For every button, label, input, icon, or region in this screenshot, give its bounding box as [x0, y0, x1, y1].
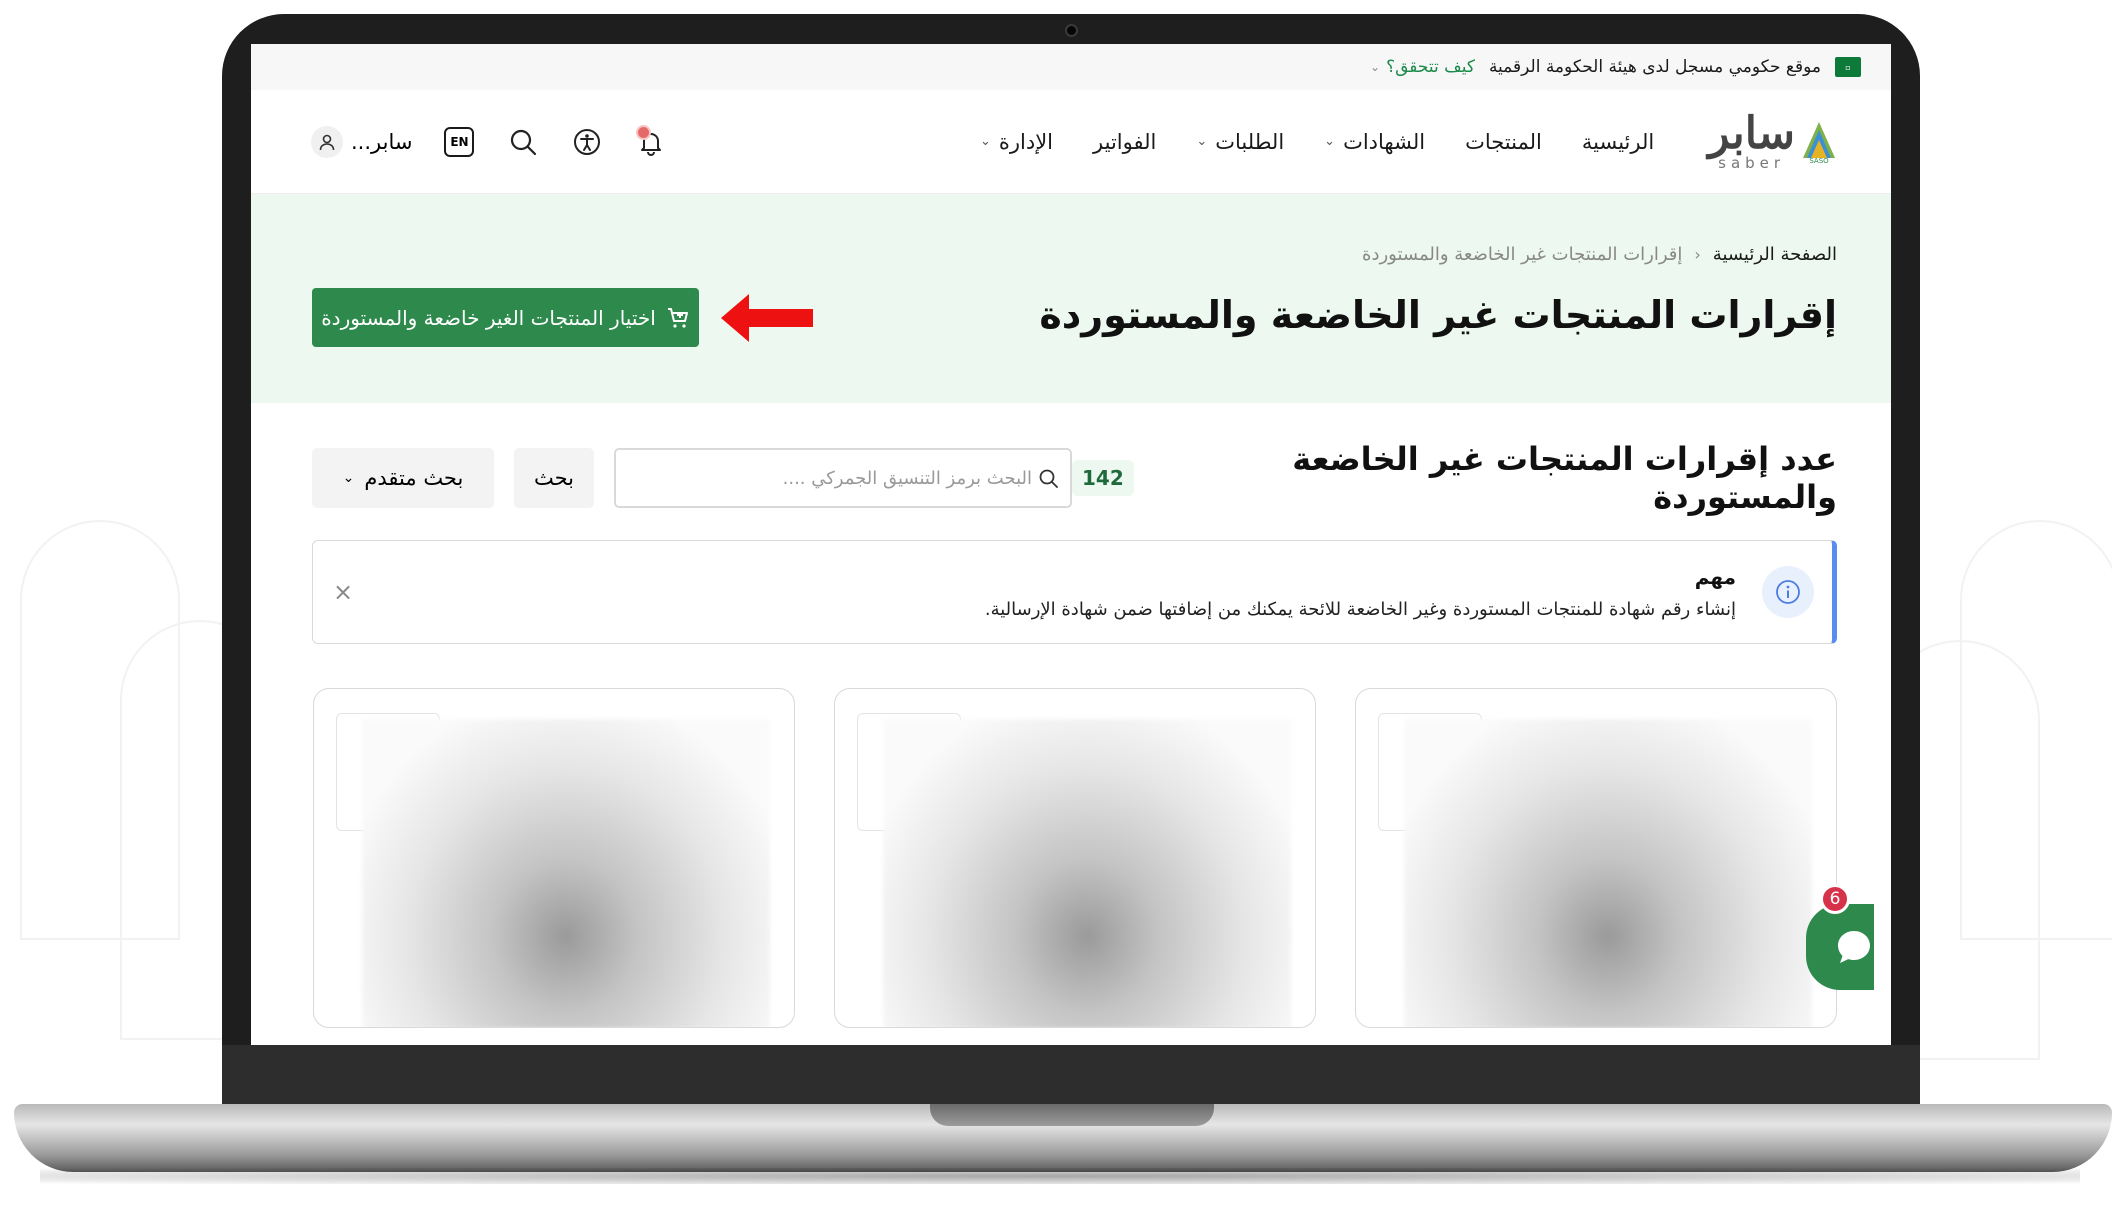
laptop-shadow	[40, 1168, 2080, 1184]
logo-english-text: saber	[1718, 154, 1786, 172]
product-card[interactable]	[1355, 688, 1837, 1028]
info-icon	[1762, 566, 1814, 618]
chevron-down-icon: ⌄	[1370, 60, 1381, 74]
product-image-placeholder	[362, 719, 770, 1027]
hs-code-search-input[interactable]	[628, 467, 1032, 489]
search-area: بحث بحث متقدم ⌄	[312, 448, 1072, 508]
main-content: عدد إقرارات المنتجات غير الخاضعة والمستو…	[251, 440, 1891, 1028]
chevron-left-icon: ‹	[1694, 245, 1701, 264]
user-avatar-icon[interactable]	[311, 125, 343, 158]
cart-add-icon	[667, 307, 688, 328]
select-products-button-label[interactable]: اختيار المنتجات الغير خاضعة والمستوردة	[321, 306, 656, 330]
nav-item-label[interactable]: الرئيسية	[1582, 130, 1654, 154]
nav-item-label[interactable]: الطلبات	[1215, 130, 1284, 154]
breadcrumb-current: إقرارات المنتجات غير الخاضعة والمستوردة	[1362, 244, 1683, 265]
product-cards	[312, 688, 1837, 1028]
saber-logo[interactable]: SASO سابر saber	[1708, 112, 1837, 171]
nav-item-label[interactable]: الإدارة	[999, 130, 1053, 154]
browser-screen: ▫ موقع حكومي مسجل لدى هيئة الحكومة الرقم…	[251, 44, 1891, 1045]
nav-item-label[interactable]: الفواتير	[1093, 130, 1156, 154]
notifications-bell-icon[interactable]	[634, 124, 668, 159]
logo-arabic-text: سابر	[1708, 108, 1795, 159]
breadcrumb-home[interactable]: الصفحة الرئيسية	[1713, 244, 1837, 265]
product-card[interactable]	[834, 688, 1316, 1028]
gov-bar-text: موقع حكومي مسجل لدى هيئة الحكومة الرقمية	[1488, 57, 1821, 77]
search-box[interactable]	[614, 448, 1072, 508]
svg-text:SASO: SASO	[1809, 157, 1829, 164]
page-header: الصفحة الرئيسية ‹ إقرارات المنتجات غير ا…	[251, 194, 1891, 403]
chevron-down-icon: ⌄	[1196, 134, 1208, 149]
saber-logo-icon: SASO	[1803, 121, 1835, 164]
search-icon[interactable]	[506, 125, 540, 159]
nav-item-products[interactable]: المنتجات	[1465, 130, 1542, 154]
laptop-bottom-bezel	[222, 1045, 1920, 1107]
laptop-base-notch	[930, 1104, 1214, 1126]
search-button[interactable]: بحث	[514, 448, 594, 508]
saudi-flag-icon: ▫	[1835, 57, 1861, 77]
nav-item-label[interactable]: المنتجات	[1465, 130, 1542, 154]
chevron-down-icon: ⌄	[1324, 134, 1336, 149]
nav-actions: سابر... EN	[311, 124, 668, 159]
advanced-search-button[interactable]: بحث متقدم ⌄	[312, 448, 494, 508]
chevron-down-icon: ⌄	[342, 470, 355, 486]
verify-link[interactable]: كيف تتحقق؟ ⌄	[1370, 57, 1475, 77]
select-products-button[interactable]: اختيار المنتجات الغير خاضعة والمستوردة	[312, 288, 699, 347]
main-navbar: SASO سابر saber الرئيسية المنتجات الشهاد…	[251, 90, 1891, 194]
nav-menu: الرئيسية المنتجات الشهادات ⌄ الطلبات ⌄ ا…	[980, 130, 1654, 154]
language-label[interactable]: EN	[444, 126, 475, 157]
accessibility-icon[interactable]	[570, 125, 604, 159]
chevron-down-icon: ⌄	[979, 134, 991, 149]
count-row: عدد إقرارات المنتجات غير الخاضعة والمستو…	[312, 440, 1837, 516]
notice-title: مهم	[1694, 564, 1736, 589]
gov-verification-bar: ▫ موقع حكومي مسجل لدى هيئة الحكومة الرقم…	[251, 44, 1891, 90]
important-notice: مهم إنشاء رقم شهادة للمنتجات المستوردة و…	[312, 540, 1837, 644]
red-arrow-annotation	[721, 294, 813, 342]
laptop-camera	[1065, 24, 1078, 37]
nav-item-invoices[interactable]: الفواتير	[1093, 130, 1156, 154]
nav-item-administration[interactable]: الإدارة ⌄	[980, 130, 1053, 154]
notice-body: مهم إنشاء رقم شهادة للمنتجات المستوردة و…	[985, 565, 1736, 620]
product-image-placeholder	[1404, 719, 1812, 1027]
language-switch-button[interactable]: EN	[442, 125, 476, 159]
breadcrumb: الصفحة الرئيسية ‹ إقرارات المنتجات غير ا…	[305, 244, 1837, 265]
chat-bubble-icon	[1838, 931, 1870, 963]
verify-link-label[interactable]: كيف تتحقق؟	[1386, 57, 1475, 77]
nav-item-label[interactable]: الشهادات	[1343, 130, 1425, 154]
nav-item-home[interactable]: الرئيسية	[1582, 130, 1654, 154]
search-icon	[1039, 469, 1058, 488]
chat-button[interactable]: 6	[1806, 884, 1874, 990]
nav-item-requests[interactable]: الطلبات ⌄	[1196, 130, 1284, 154]
product-image-placeholder	[883, 719, 1291, 1027]
user-name[interactable]: سابر...	[351, 130, 412, 154]
notice-text: إنشاء رقم شهادة للمنتجات المستوردة وغير …	[984, 598, 1736, 620]
nav-item-certificates[interactable]: الشهادات ⌄	[1324, 130, 1425, 154]
count-badge: 142	[1072, 460, 1134, 496]
chat-unread-badge: 6	[1820, 884, 1850, 914]
advanced-search-label[interactable]: بحث متقدم	[364, 466, 463, 490]
user-menu[interactable]: سابر...	[311, 125, 412, 158]
notification-dot	[636, 124, 652, 140]
count-title: عدد إقرارات المنتجات غير الخاضعة والمستو…	[1292, 440, 1837, 516]
product-card[interactable]	[313, 688, 795, 1028]
close-icon[interactable]: ×	[333, 578, 353, 606]
